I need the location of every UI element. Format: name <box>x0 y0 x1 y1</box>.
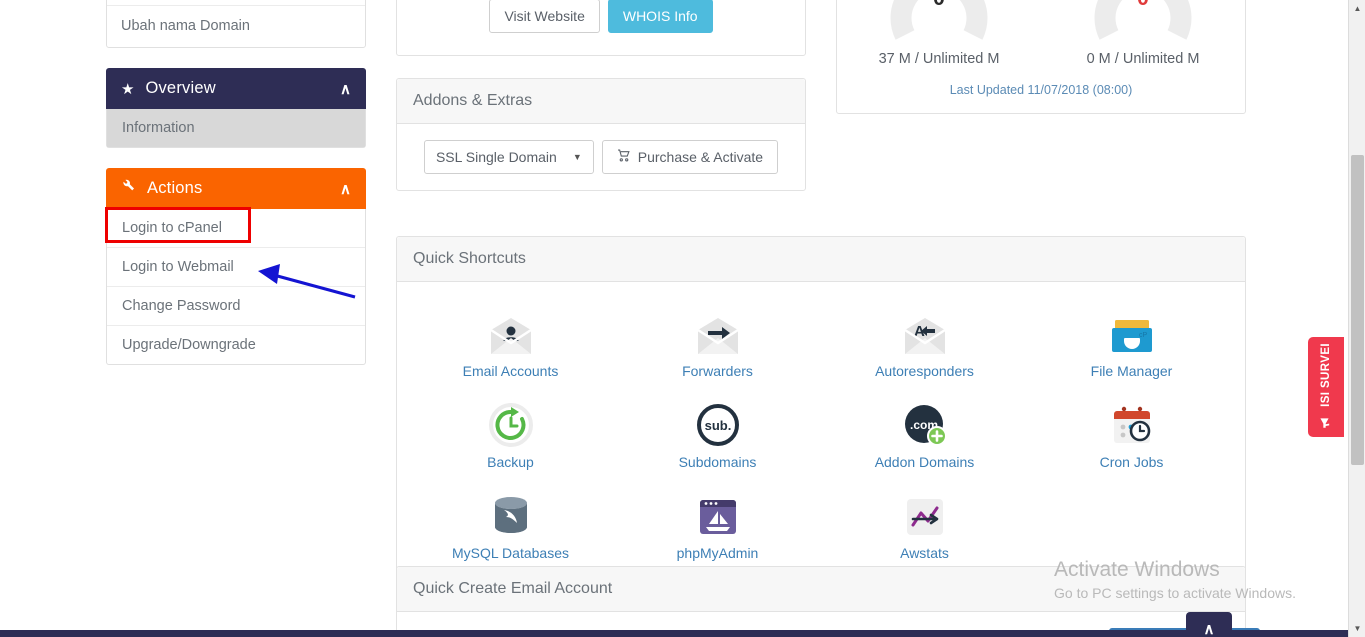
vertical-scrollbar[interactable]: ▲ ▼ <box>1348 0 1365 637</box>
shortcut-addon-domains[interactable]: .com Addon Domains <box>821 389 1028 480</box>
visit-website-button[interactable]: Visit Website <box>489 0 600 33</box>
sidebar-item-ubah-nama-domain[interactable]: Ubah nama Domain <box>107 6 365 48</box>
cart-icon <box>617 149 631 165</box>
shortcut-email-accounts[interactable]: Email Accounts <box>407 298 614 389</box>
email-accounts-icon <box>411 308 610 356</box>
shortcut-label: Cron Jobs <box>1099 454 1164 470</box>
chevron-down-icon: ▼ <box>572 151 582 162</box>
shortcut-label: Autoresponders <box>875 363 974 379</box>
last-updated-label: Last Updated 11/07/2018 (08:00) <box>949 83 1133 97</box>
shortcut-label: Forwarders <box>682 363 753 379</box>
addons-card-title: Addons & Extras <box>397 78 805 124</box>
addon-domains-icon: .com <box>825 399 1024 447</box>
cron-jobs-icon <box>1032 399 1231 447</box>
billing-panel: Terbitkan tagihan Ubah nama Domain <box>106 0 366 49</box>
sidebar: Terbitkan tagihan Ubah nama Domain ★ Ove… <box>105 0 366 366</box>
overview-panel-body: Information <box>106 109 366 149</box>
svg-text:cP: cP <box>1139 332 1148 339</box>
bandwidth-usage-detail: 0 M / Unlimited M <box>1086 51 1200 67</box>
scrollbar-down-arrow[interactable]: ▼ <box>1349 620 1365 637</box>
shortcut-backup[interactable]: Backup <box>407 389 614 480</box>
chevron-up-icon[interactable]: ∧ <box>340 180 351 198</box>
ssl-product-select[interactable]: SSL Single Domain ▼ <box>423 139 594 174</box>
survey-tab-label: ISI SURVEI <box>1320 343 1332 407</box>
quick-shortcuts-title: Quick Shortcuts <box>397 237 1245 282</box>
actions-panel-body: Login to cPanel Login to Webmail Change … <box>105 207 366 366</box>
purchase-activate-label: Purchase & Activate <box>637 148 764 165</box>
scrollbar-up-arrow[interactable]: ▲ <box>1349 0 1365 17</box>
quick-shortcuts-card: Quick Shortcuts Email Accounts Forwarder… <box>396 236 1246 592</box>
wrench-icon <box>121 179 136 198</box>
purchase-activate-button[interactable]: Purchase & Activate <box>601 139 779 174</box>
shortcut-cron-jobs[interactable]: Cron Jobs <box>1028 389 1235 480</box>
scrollbar-thumb[interactable] <box>1351 155 1364 465</box>
domain-card: Cloud Power Hosting ID SUPERSTAR Visit W… <box>396 0 806 56</box>
bandwidth-usage-gauge: Bandwidth Usage 0 0 M / Unlimited M <box>1041 0 1245 67</box>
backup-icon <box>411 399 610 447</box>
sidebar-item-change-password[interactable]: Change Password <box>107 287 365 327</box>
bandwidth-usage-value: 0 <box>1091 0 1195 11</box>
star-icon: ★ <box>121 80 135 98</box>
overview-panel-header[interactable]: ★ Overview ∧ <box>106 68 366 110</box>
page-root: Terbitkan tagihan Ubah nama Domain ★ Ove… <box>0 0 1365 637</box>
shortcut-label: File Manager <box>1090 363 1173 379</box>
disk-usage-gauge: Disk Usage 0 37 M / Unlimited M <box>837 0 1041 67</box>
sidebar-item-login-to-cpanel[interactable]: Login to cPanel <box>105 207 365 249</box>
disk-usage-detail: 37 M / Unlimited M <box>878 51 1000 67</box>
shortcut-phpmyadmin[interactable]: phpMyAdmin <box>614 480 821 571</box>
shortcut-label: Awstats <box>900 545 949 561</box>
subdomains-icon: sub. <box>618 399 817 447</box>
sidebar-item-upgrade-downgrade[interactable]: Upgrade/Downgrade <box>107 326 365 364</box>
survey-tab[interactable]: ISI SURVEI <box>1308 337 1344 437</box>
usage-card: Disk Usage 0 37 M / Unlimited M Bandwidt… <box>836 0 1246 114</box>
overview-panel: ★ Overview ∧ Information <box>106 68 366 149</box>
actions-panel-header[interactable]: Actions ∧ <box>106 168 366 210</box>
autoresponders-icon: A <box>825 308 1024 356</box>
megaphone-icon <box>1318 414 1335 430</box>
sidebar-item-label: Information <box>122 120 195 137</box>
sidebar-item-login-to-webmail[interactable]: Login to Webmail <box>107 248 365 288</box>
awstats-icon <box>825 490 1024 538</box>
shortcut-label: Addon Domains <box>874 454 975 470</box>
file-manager-icon: cP <box>1032 308 1231 356</box>
sidebar-item-label: Login to Webmail <box>122 259 234 276</box>
middle-column: Cloud Power Hosting ID SUPERSTAR Visit W… <box>396 0 806 213</box>
ssl-product-select-value: SSL Single Domain <box>435 148 557 165</box>
actions-panel-title: Actions <box>147 179 203 198</box>
forwarders-icon <box>618 308 817 356</box>
quick-create-email-card: Quick Create Email Account @hariri.my.id… <box>396 566 1261 637</box>
quick-create-email-title: Quick Create Email Account <box>397 567 1245 612</box>
shortcut-mysql-databases[interactable]: MySQL Databases <box>407 480 614 571</box>
shortcut-label: Email Accounts <box>462 363 559 379</box>
footer-bar <box>0 630 1349 637</box>
shortcut-label: Subdomains <box>678 454 757 470</box>
chevron-up-icon[interactable]: ∧ <box>340 80 351 98</box>
shortcut-label: phpMyAdmin <box>676 545 759 561</box>
sidebar-item-label: Ubah nama Domain <box>121 17 250 34</box>
bandwidth-usage-donut: 0 <box>1091 0 1195 43</box>
shortcut-label: Backup <box>487 454 534 470</box>
shortcut-label: MySQL Databases <box>452 545 569 561</box>
scroll-to-top-button[interactable]: ∧ <box>1186 612 1232 637</box>
sidebar-item-information[interactable]: Information <box>107 109 365 148</box>
mysql-databases-icon <box>411 490 610 538</box>
shortcut-awstats[interactable]: Awstats <box>821 480 1028 571</box>
addons-card: Addons & Extras SSL Single Domain ▼ Purc… <box>396 77 806 191</box>
shortcut-autoresponders[interactable]: A Autoresponders <box>821 298 1028 389</box>
sidebar-item-label: Upgrade/Downgrade <box>122 337 256 354</box>
actions-panel: Actions ∧ Login to cPanel Login to Webma… <box>105 168 366 366</box>
shortcut-subdomains[interactable]: sub. Subdomains <box>614 389 821 480</box>
overview-panel-title: Overview <box>145 79 216 98</box>
disk-usage-donut: 0 <box>887 0 991 43</box>
sidebar-item-label: Login to cPanel <box>122 220 222 237</box>
phpmyadmin-icon <box>618 490 817 538</box>
shortcut-forwarders[interactable]: Forwarders <box>614 298 821 389</box>
svg-text:sub.: sub. <box>704 418 731 433</box>
sidebar-item-label: Change Password <box>122 298 241 315</box>
chevron-up-icon: ∧ <box>1203 621 1215 637</box>
disk-usage-value: 0 <box>887 0 991 11</box>
shortcut-file-manager[interactable]: cP File Manager <box>1028 298 1235 389</box>
whois-info-button[interactable]: WHOIS Info <box>607 0 713 33</box>
